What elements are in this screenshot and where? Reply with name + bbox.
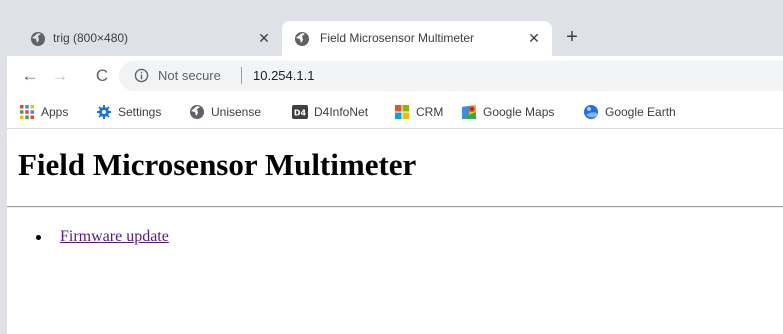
- tab-field-microsensor[interactable]: Field Microsensor Multimeter ✕: [282, 21, 552, 56]
- bookmark-google-maps[interactable]: Google Maps: [461, 104, 554, 120]
- bookmark-crm[interactable]: CRM: [394, 104, 443, 120]
- reload-button[interactable]: C: [92, 66, 112, 86]
- bookmark-label: Google Earth: [605, 105, 676, 119]
- tab-close-icon[interactable]: ✕: [256, 30, 272, 46]
- tab-strip: trig (800×480) ✕ Field Microsensor Multi…: [0, 0, 783, 56]
- list-bullet: [36, 235, 41, 240]
- crm-windows-icon: [395, 105, 409, 119]
- bookmark-label: CRM: [416, 105, 444, 119]
- firmware-update-link[interactable]: Firmware update: [60, 228, 169, 246]
- d4-icon-text: D4: [294, 109, 307, 118]
- bookmark-settings[interactable]: Settings: [96, 104, 161, 120]
- info-icon[interactable]: [134, 68, 149, 83]
- google-earth-icon: [584, 105, 598, 119]
- tab-close-icon[interactable]: ✕: [526, 30, 542, 46]
- apps-grid-icon: [20, 105, 34, 119]
- tab-title: trig (800×480): [53, 31, 129, 45]
- bookmark-d4infonet[interactable]: D4 D4InfoNet: [292, 104, 368, 120]
- horizontal-rule: [7, 206, 783, 208]
- url-text[interactable]: 10.254.1.1: [253, 68, 314, 83]
- bookmark-label: Settings: [118, 105, 162, 119]
- page-title: Field Microsensor Multimeter: [18, 147, 417, 182]
- new-tab-button[interactable]: +: [562, 27, 582, 48]
- bookmark-apps[interactable]: Apps: [19, 104, 68, 120]
- back-button[interactable]: ←: [20, 66, 40, 86]
- globe-icon: [31, 32, 45, 46]
- bookmark-label: Apps: [41, 105, 69, 119]
- bookmark-unisense[interactable]: Unisense: [189, 104, 261, 120]
- bookmark-label: Google Maps: [483, 105, 555, 119]
- forward-button[interactable]: →: [50, 66, 70, 86]
- gear-icon: [97, 105, 111, 119]
- window-left-edge: [0, 0, 7, 334]
- bookmark-google-earth[interactable]: Google Earth: [583, 104, 676, 120]
- d4-icon: D4: [292, 105, 308, 119]
- address-separator: [241, 67, 242, 84]
- bookmarks-bar: Apps Settings Unisense D4 D4InfoNet CRM …: [7, 96, 783, 129]
- tab-title: Field Microsensor Multimeter: [320, 31, 475, 45]
- page-content: Field Microsensor Multimeter Firmware up…: [7, 130, 783, 334]
- google-maps-icon: [462, 105, 476, 119]
- tab-trig[interactable]: trig (800×480) ✕: [20, 21, 282, 56]
- globe-icon: [190, 105, 204, 119]
- security-status[interactable]: Not secure: [158, 68, 221, 83]
- bookmark-label: Unisense: [211, 105, 262, 119]
- bookmark-label: D4InfoNet: [314, 105, 369, 119]
- globe-icon: [295, 32, 309, 46]
- browser-toolbar: ← → C Not secure 10.254.1.1: [7, 56, 783, 96]
- address-bar[interactable]: Not secure 10.254.1.1: [119, 61, 783, 91]
